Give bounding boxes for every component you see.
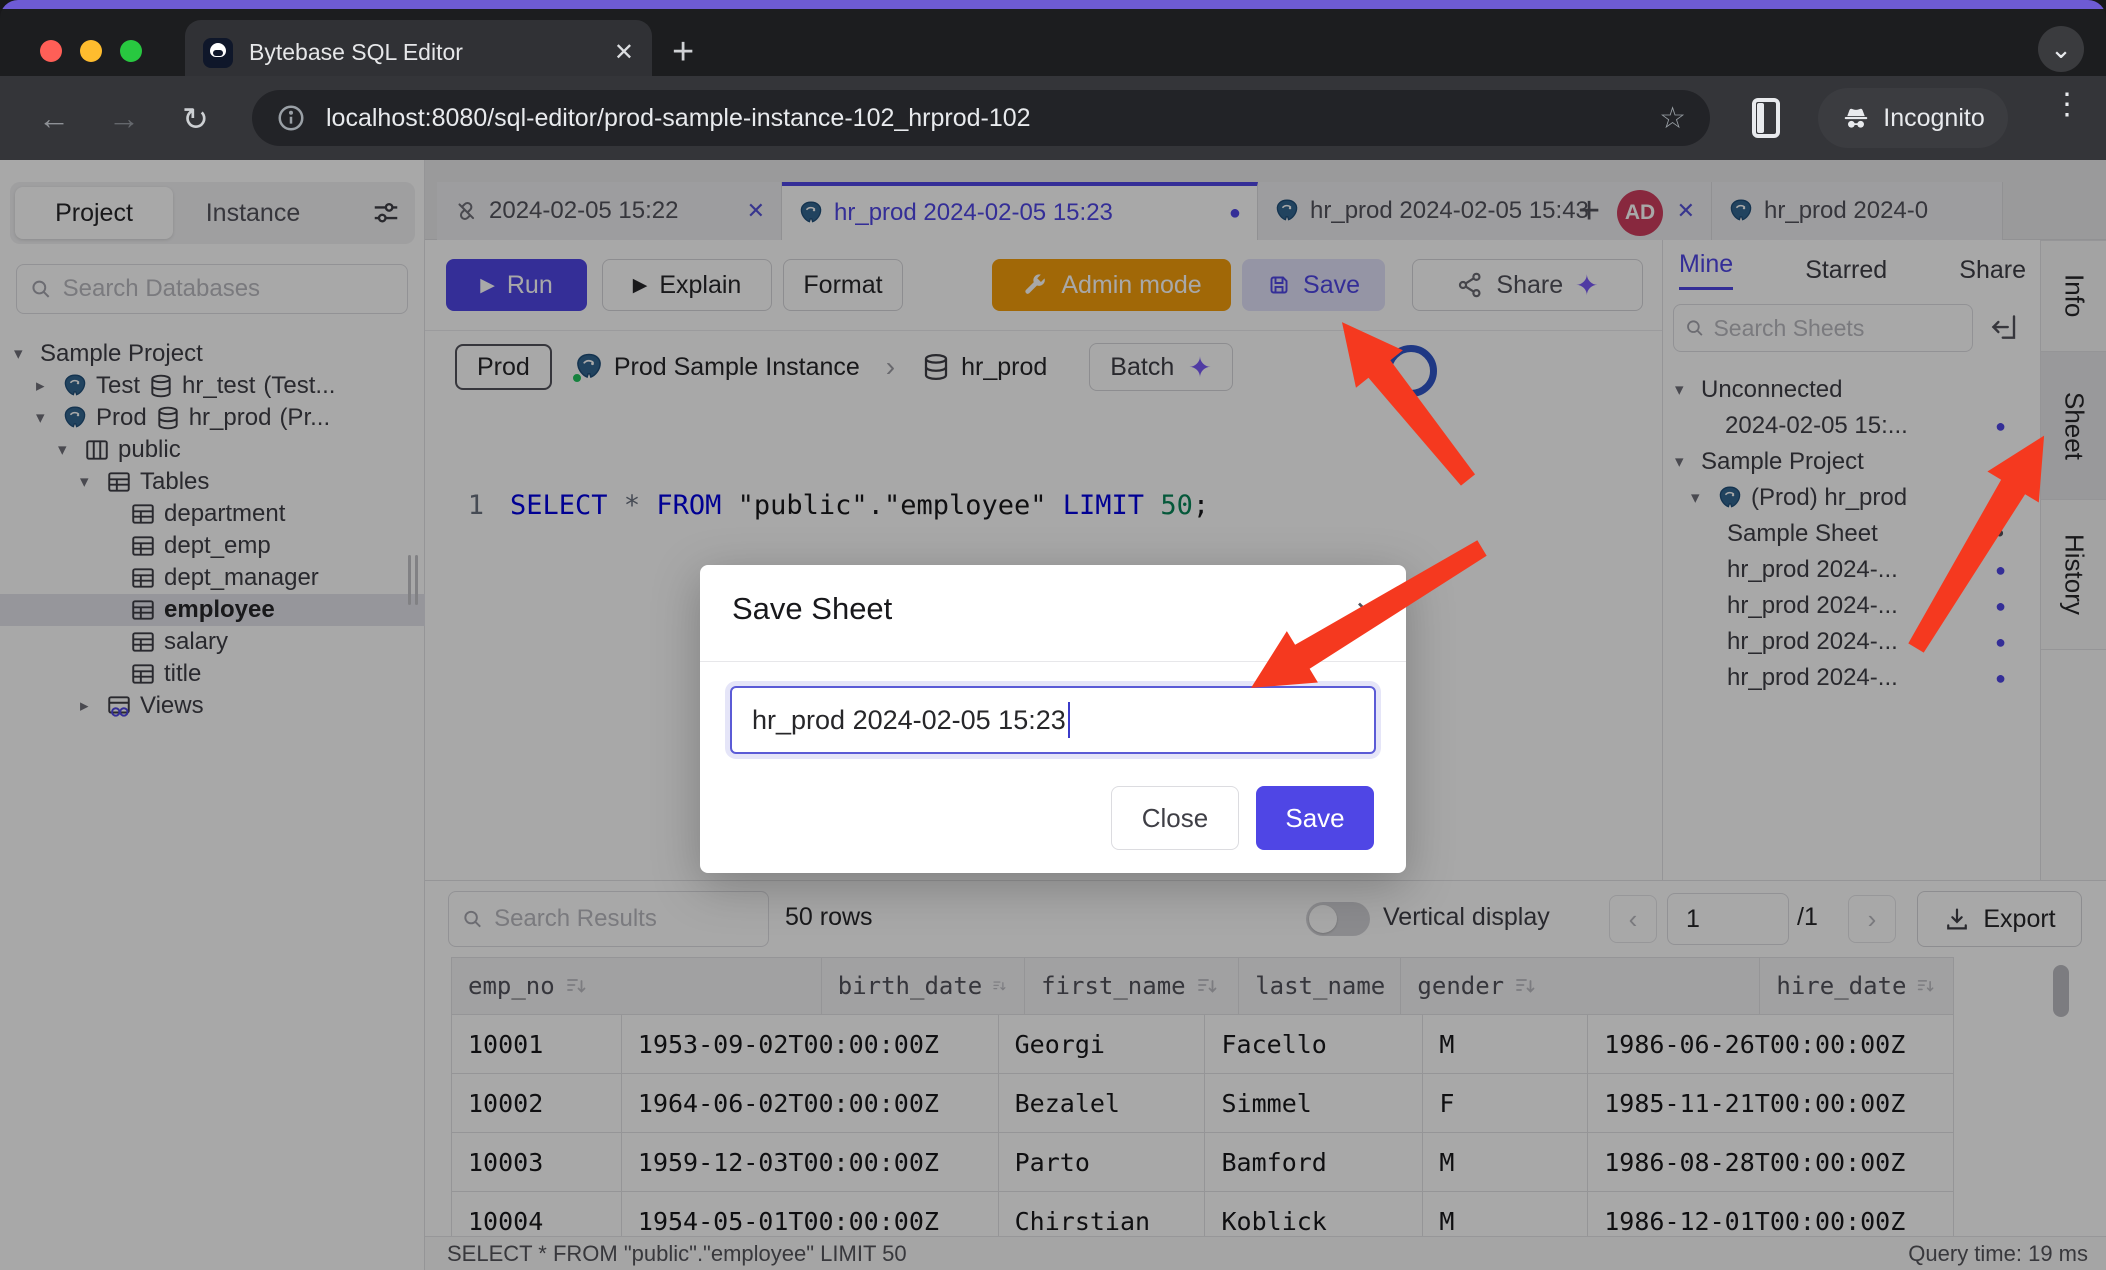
dialog-close-button[interactable]: Close [1111,786,1239,850]
browser-tab-title: Bytebase SQL Editor [249,39,604,66]
browser-tab-close-icon[interactable]: ✕ [614,38,634,67]
bookmark-star-icon[interactable]: ☆ [1659,101,1686,136]
macos-minimize-button[interactable] [80,40,102,62]
back-icon[interactable]: ← [38,100,70,137]
forward-icon[interactable]: → [108,100,140,137]
reload-icon[interactable]: ↻ [182,100,209,138]
dialog-divider [700,661,1406,662]
incognito-label: Incognito [1883,104,1984,133]
macos-zoom-button[interactable] [120,40,142,62]
site-info-icon[interactable] [276,103,306,133]
incognito-badge: Incognito [1818,88,2008,148]
side-panel-icon[interactable] [1752,98,1780,138]
tab-search-chevron-icon[interactable]: ⌄ [2038,26,2084,72]
browser-window: Bytebase SQL Editor ✕ + ⌄ ← → ↻ localhos… [0,0,2106,1270]
browser-new-tab-button[interactable]: + [672,31,694,74]
dialog-save-button[interactable]: Save [1256,786,1374,850]
browser-titlebar: Bytebase SQL Editor ✕ + ⌄ [0,9,2106,76]
dialog-close-icon[interactable]: ✕ [1355,595,1378,628]
bytebase-favicon [203,38,233,68]
url-text: localhost:8080/sql-editor/prod-sample-in… [326,104,1647,133]
sheet-name-value: hr_prod 2024-02-05 15:23 [752,705,1066,736]
sheet-name-input[interactable]: hr_prod 2024-02-05 15:23 [730,686,1376,754]
dialog-title: Save Sheet [732,591,892,627]
macos-close-button[interactable] [40,40,62,62]
incognito-icon [1841,103,1871,133]
browser-navbar: ← → ↻ localhost:8080/sql-editor/prod-sam… [0,76,2106,160]
address-bar[interactable]: localhost:8080/sql-editor/prod-sample-in… [252,90,1710,146]
save-sheet-dialog: Save Sheet ✕ hr_prod 2024-02-05 15:23 Cl… [700,565,1406,873]
browser-menu-icon[interactable]: ⋮ [2052,98,2082,111]
window-accent-strip [0,0,2106,9]
text-caret [1068,702,1070,738]
